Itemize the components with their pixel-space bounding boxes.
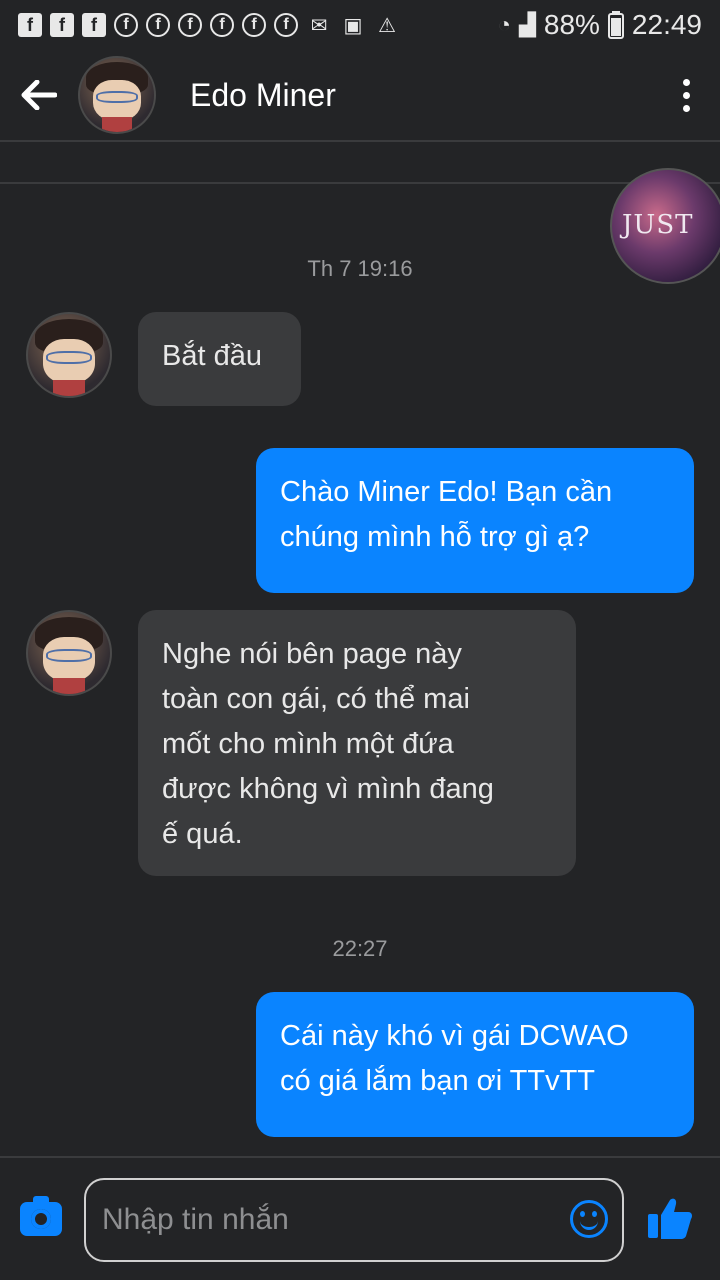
sender-avatar[interactable] xyxy=(26,312,112,398)
facebook-circle-icon: f xyxy=(274,13,298,37)
facebook-circle-icon: f xyxy=(146,13,170,37)
message-line: ế quá. xyxy=(162,818,243,850)
clock: 22:49 xyxy=(631,9,702,40)
message-line: toàn con gái, có thể mai xyxy=(162,683,470,715)
camera-icon[interactable] xyxy=(20,1196,62,1236)
contact-avatar[interactable] xyxy=(78,56,156,134)
message-line: có giá lắm bạn ơi TTvTT xyxy=(280,1065,596,1097)
message-line: mốt cho mình một đứa xyxy=(162,728,454,760)
wifi-icon: ◔ xyxy=(497,12,511,37)
emoji-icon[interactable] xyxy=(570,1200,608,1238)
contact-name[interactable]: Edo Miner xyxy=(190,77,336,114)
message-line: Nghe nói bên page này xyxy=(162,638,462,670)
message-input-wrapper[interactable] xyxy=(84,1178,624,1262)
facebook-circle-icon: f xyxy=(114,13,138,37)
outgoing-message[interactable]: Cái này khó vì gái DCWAO có giá lắm bạn … xyxy=(256,992,694,1137)
message-input[interactable] xyxy=(102,1203,542,1237)
message-timestamp: Th 7 19:16 xyxy=(307,256,413,281)
message-line: chúng mình hỗ trợ gì ạ? xyxy=(280,521,590,553)
facebook-square-icon: f xyxy=(18,13,42,37)
message-line: Cái này khó vì gái DCWAO xyxy=(280,1020,629,1052)
signal-icon: ▟ xyxy=(518,12,536,37)
notification-icons: f f f f f f f f f ✉ ▣ ⚠ xyxy=(18,12,400,38)
scroll-divider xyxy=(0,182,720,184)
like-thumbs-up-icon[interactable] xyxy=(646,1194,694,1242)
email-icon: ✉ xyxy=(310,14,328,37)
message-composer xyxy=(0,1156,720,1280)
back-arrow-icon[interactable] xyxy=(0,49,78,141)
back-arrow-svg xyxy=(21,80,57,110)
system-status: ◔ ▟ 88% 22:49 xyxy=(498,9,702,41)
facebook-square-icon: f xyxy=(50,13,74,37)
facebook-circle-icon: f xyxy=(242,13,266,37)
battery-icon xyxy=(607,11,624,39)
incoming-message[interactable]: Bắt đầu xyxy=(138,312,301,406)
incoming-message[interactable]: Nghe nói bên page này toàn con gái, có t… xyxy=(138,610,576,876)
message-text: Bắt đầu xyxy=(162,340,262,372)
battery-percent: 88% xyxy=(543,9,600,40)
conversation-header: Edo Miner xyxy=(0,50,720,142)
image-icon: ▣ xyxy=(343,14,363,37)
outgoing-message[interactable]: Chào Miner Edo! Bạn cần chúng mình hỗ tr… xyxy=(256,448,694,593)
facebook-square-icon: f xyxy=(82,13,106,37)
message-line: Chào Miner Edo! Bạn cần xyxy=(280,476,613,508)
message-line: được không vì mình đang xyxy=(162,773,494,805)
facebook-circle-icon: f xyxy=(178,13,202,37)
message-timestamp: 22:27 xyxy=(332,936,388,961)
message-list[interactable]: JUST Th 7 19:16 Bắt đầu Chào Miner Edo! … xyxy=(0,144,720,1156)
warning-icon: ⚠ xyxy=(378,14,396,37)
facebook-circle-icon: f xyxy=(210,13,234,37)
status-bar: f f f f f f f f f ✉ ▣ ⚠ ◔ ▟ 88% 22:49 xyxy=(0,0,720,50)
sender-avatar[interactable] xyxy=(26,610,112,696)
more-options-icon[interactable] xyxy=(683,78,690,112)
